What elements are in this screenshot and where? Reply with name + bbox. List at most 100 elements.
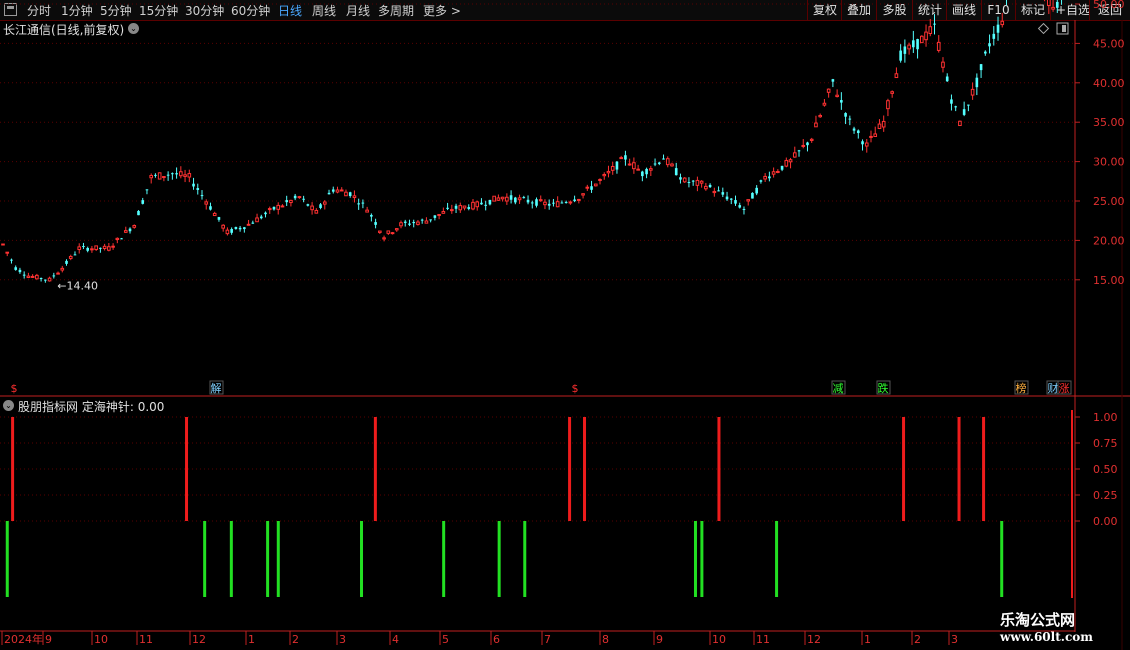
candle-body-down (975, 77, 979, 88)
candle-body-down (573, 199, 576, 202)
candle-body-down (530, 202, 534, 204)
candle-body-down (903, 46, 907, 54)
candle-body-up (1, 243, 5, 246)
candle-body-down (984, 51, 987, 54)
candle-body-down (950, 99, 953, 104)
event-marker-6[interactable]: 财 (1048, 381, 1059, 395)
candle-body-down (259, 216, 263, 219)
candle-body-down (831, 79, 835, 82)
candle-body-down (154, 174, 157, 176)
candle-body-down (293, 195, 297, 199)
candle-body-up (314, 209, 319, 214)
candle-body-up (322, 201, 327, 205)
event-marker-3[interactable]: 减 (833, 382, 844, 395)
x-tick-label: 1 (864, 633, 871, 646)
candle-body-down (780, 165, 784, 170)
candle-body-down (251, 222, 255, 224)
candle-body-down (454, 205, 458, 209)
candle-body-up (919, 35, 924, 44)
candle-body-down (99, 247, 102, 249)
candle-body-down (967, 104, 970, 106)
candle-body-up (606, 170, 611, 174)
candle-body-up (627, 163, 632, 166)
signal-bar-green (700, 521, 704, 597)
diamond-icon[interactable] (1037, 22, 1050, 35)
candle-body-down (467, 207, 471, 210)
candle-body-up (826, 88, 831, 93)
candle-body-down (137, 210, 140, 216)
candle-body-up (505, 196, 509, 202)
candle-body-up (809, 138, 814, 141)
candle-body-down (662, 158, 665, 160)
indicator-y-tick-label: 0.25 (1093, 489, 1118, 502)
candle-body-down (264, 212, 267, 215)
event-marker-5[interactable]: 榜 (1016, 381, 1027, 395)
candle-body-down (725, 196, 729, 200)
event-marker-4[interactable]: 跌 (878, 381, 889, 395)
indicator-y-tick-label: 0.00 (1093, 515, 1118, 528)
signal-bar-red (568, 417, 572, 521)
candle-body-down (679, 177, 682, 180)
candle-body-up (267, 208, 272, 211)
candle-body-down (175, 173, 178, 175)
candle-body-down (141, 200, 145, 204)
candle-body-up (792, 152, 797, 158)
candle-body-down (234, 227, 238, 229)
indicator-y-tick-label: 1.00 (1093, 411, 1118, 424)
candle-body-down (899, 50, 902, 61)
candle-body-down (319, 204, 322, 208)
candle-body-up (593, 183, 598, 187)
candle-body-down (145, 189, 149, 191)
signal-bar-green (497, 521, 501, 597)
candle-body-down (128, 228, 132, 232)
signal-bar-red (982, 417, 986, 521)
candle-body-up (437, 213, 441, 216)
candle-body-down (988, 43, 991, 47)
candle-body-down (196, 188, 200, 190)
candle-body-down (412, 221, 416, 224)
candle-body-up (818, 114, 822, 118)
candle-body-up (310, 205, 314, 211)
event-marker-1[interactable]: 解 (211, 381, 222, 395)
candle-body-down (848, 118, 852, 120)
candle-body-down (992, 33, 996, 39)
candle-body-up (598, 178, 602, 181)
candle-body-down (933, 23, 936, 25)
signal-bar-red (185, 417, 189, 521)
event-marker-0[interactable]: $ (11, 382, 18, 395)
x-tick-label: 5 (442, 633, 449, 646)
candle-body-down (751, 192, 754, 199)
watermark-url: www.60lt.com (1000, 630, 1093, 644)
candle-body-up (704, 185, 708, 190)
candle-body-down (357, 203, 360, 205)
candle-body-up (386, 230, 391, 234)
event-marker-7[interactable]: 涨 (1059, 382, 1070, 395)
x-tick-label: 2024年 (4, 632, 43, 646)
signal-bar-green (1000, 521, 1004, 597)
candle-body-up (555, 201, 560, 208)
kline-chart[interactable]: 55.0050.0045.0040.0035.0030.0025.0020.00… (0, 0, 1130, 650)
candle-body-up (289, 199, 293, 204)
x-tick-label: 12 (192, 633, 206, 646)
candle-body-down (272, 206, 276, 210)
candle-body-up (581, 193, 585, 196)
panel-toggle-icon-inner (1062, 25, 1066, 32)
candle-body-down (954, 106, 957, 108)
candle-body-up (936, 41, 941, 51)
event-marker-2[interactable]: $ (572, 382, 579, 395)
candle-body-down (509, 195, 513, 200)
candle-body-up (157, 172, 162, 180)
candle-body-up (132, 225, 137, 228)
candle-body-up (822, 102, 827, 106)
candle-body-down (374, 222, 377, 225)
candle-body-down (564, 201, 568, 203)
candle-body-up (907, 44, 911, 50)
candle-body-down (615, 161, 619, 170)
candle-body-up (492, 195, 496, 202)
candle-body-up (941, 61, 945, 68)
candle-body-up (632, 162, 636, 170)
candle-body-down (429, 219, 432, 221)
candle-body-down (86, 247, 89, 251)
candle-body-down (560, 202, 564, 204)
candle-body-down (18, 269, 22, 273)
